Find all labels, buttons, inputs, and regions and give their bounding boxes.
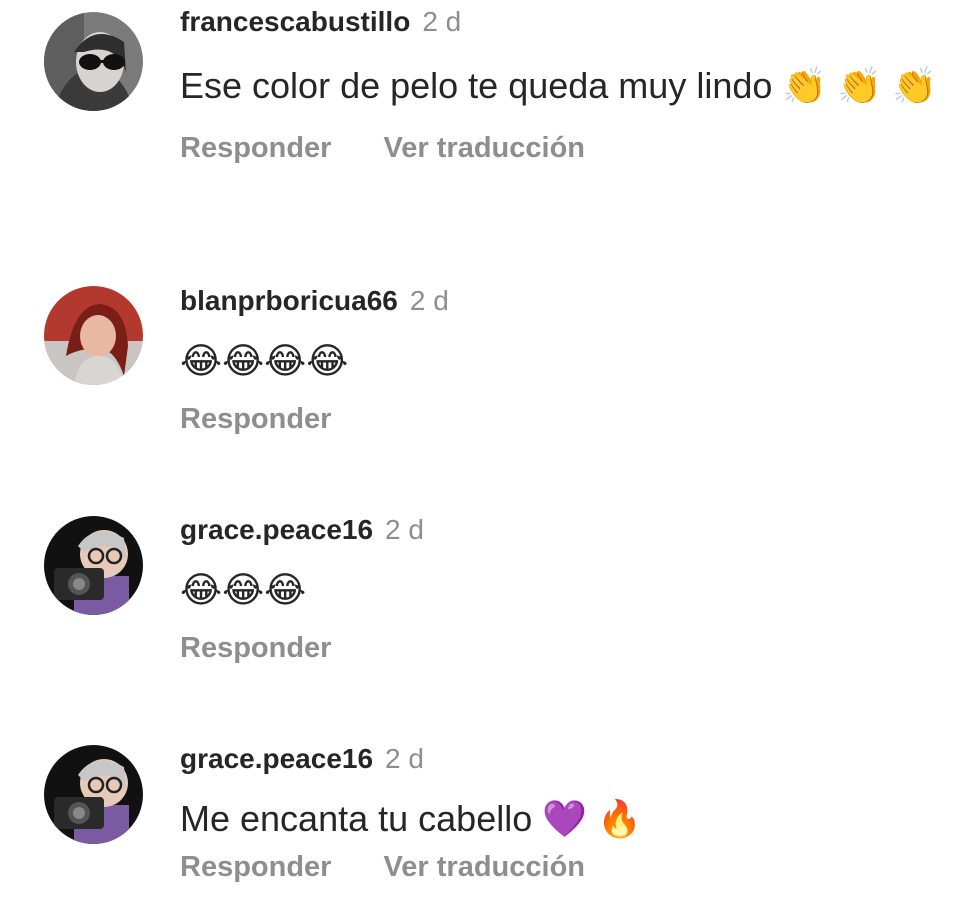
avatar[interactable]	[44, 516, 143, 615]
reply-button[interactable]: Responder	[180, 851, 331, 884]
username[interactable]: grace.peace16	[180, 514, 373, 545]
avatar-image	[44, 745, 143, 844]
comment-text: Ese color de pelo te queda muy lindo 👏 👏…	[180, 65, 937, 106]
reply-button[interactable]: Responder	[180, 132, 331, 165]
translate-button[interactable]: Ver traducción	[384, 132, 585, 165]
avatar[interactable]	[44, 12, 143, 111]
comment-text: Me encanta tu cabello 💜 🔥	[180, 798, 642, 839]
comment-time: 2 d	[385, 743, 424, 774]
comment-text: 😂😂😂	[180, 569, 307, 610]
comment-time: 2 d	[409, 285, 449, 316]
comment-time: 2 d	[422, 6, 462, 37]
reply-button[interactable]: Responder	[180, 403, 331, 436]
comment-time: 2 d	[385, 514, 424, 545]
avatar-image	[44, 286, 143, 385]
translate-button[interactable]: Ver traducción	[384, 851, 585, 884]
avatar-image	[44, 12, 143, 111]
reply-button[interactable]: Responder	[180, 632, 331, 665]
avatar[interactable]	[44, 286, 143, 385]
username[interactable]: grace.peace16	[180, 743, 373, 774]
username[interactable]: blanprboricua66	[180, 285, 398, 316]
username[interactable]: francescabustillo	[180, 6, 410, 37]
avatar-image	[44, 516, 143, 615]
comment-text: 😂😂😂😂	[180, 340, 349, 381]
avatar[interactable]	[44, 745, 143, 844]
